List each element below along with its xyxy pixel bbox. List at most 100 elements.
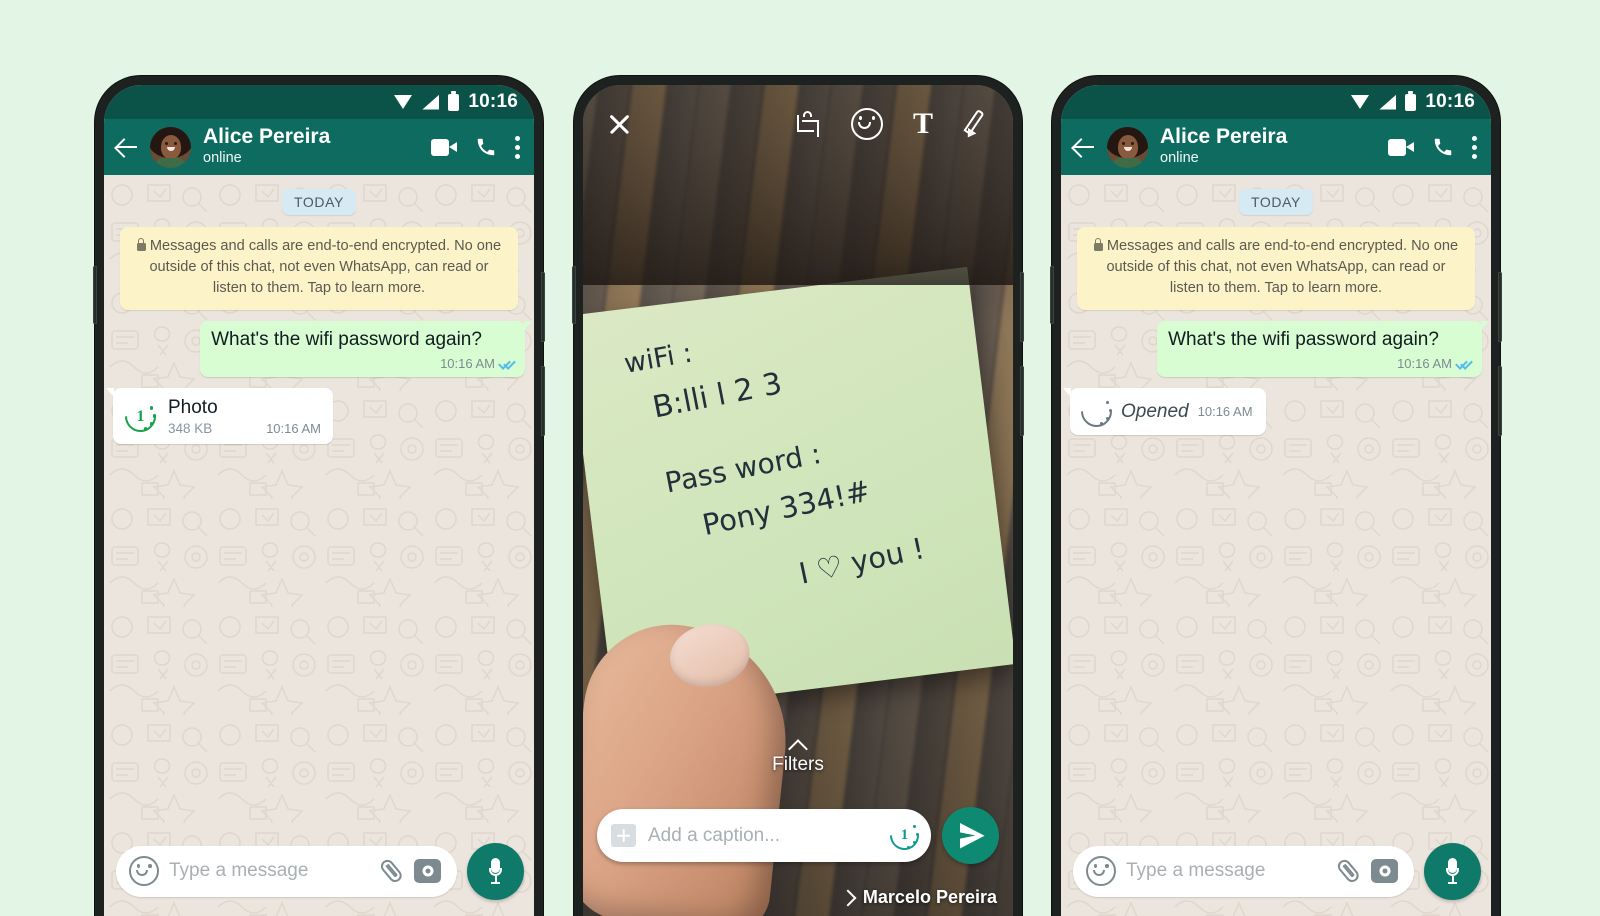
battery-icon — [448, 90, 460, 111]
add-photo-icon[interactable] — [611, 824, 636, 847]
caption-input[interactable]: Add a caption... — [648, 825, 878, 847]
photo-editor: wiFi : B:lli l 2 3 Pass word : Pony 334!… — [583, 85, 1013, 916]
filters-control[interactable]: Filters — [583, 739, 1013, 776]
contact-name: Alice Pereira — [1160, 124, 1288, 148]
wifi-icon — [394, 95, 413, 109]
pencil-draw-icon[interactable] — [963, 108, 991, 141]
avatar[interactable] — [150, 126, 191, 168]
microphone-button[interactable] — [1424, 842, 1481, 900]
phone-center: wiFi : B:lli l 2 3 Pass word : Pony 334!… — [572, 76, 1024, 916]
message-time: 10:16 AM — [440, 356, 495, 372]
contact-presence: online — [1160, 149, 1199, 166]
contact-info[interactable]: Alice Pereira online — [203, 125, 421, 168]
power-button[interactable] — [93, 266, 97, 324]
message-composer: Type a message — [1061, 838, 1491, 916]
smiley-icon[interactable] — [1086, 856, 1116, 886]
day-divider: TODAY — [282, 189, 356, 215]
view-once-opened-icon — [1074, 389, 1119, 434]
view-once-toggle-icon[interactable]: 1 — [883, 814, 926, 857]
message-row-outgoing: What's the wifi password again? 10:16 AM — [1061, 321, 1491, 378]
volume-down-button[interactable] — [1498, 366, 1502, 436]
phone-right-screen: 10:16 Alice Pereira online TODAY Message… — [1061, 85, 1491, 916]
sticker-emoji-icon[interactable] — [850, 108, 883, 140]
crop-rotate-icon[interactable] — [794, 110, 821, 138]
volume-up-button[interactable] — [1498, 272, 1502, 342]
recipient-name: Marcelo Pereira — [862, 887, 997, 907]
view-once-photo-bubble[interactable]: 1 Photo 348 KB 10:16 AM — [106, 388, 333, 444]
caption-bar: Add a caption... 1 — [583, 807, 1013, 864]
view-once-opened-label: Opened — [1121, 400, 1189, 422]
avatar[interactable] — [1107, 126, 1148, 168]
contact-presence: online — [203, 149, 242, 166]
power-button[interactable] — [1050, 266, 1054, 324]
encryption-notice[interactable]: Messages and calls are end-to-end encryp… — [1077, 227, 1475, 311]
message-row-incoming: Opened 10:16 AM — [1061, 388, 1491, 436]
voice-call-icon[interactable] — [1432, 136, 1454, 158]
message-input[interactable]: Type a message — [169, 860, 370, 882]
wifi-icon — [1351, 95, 1370, 109]
status-bar: 10:16 — [1061, 85, 1491, 119]
send-button[interactable] — [942, 807, 999, 864]
view-once-opened-time: 10:16 AM — [1197, 404, 1253, 420]
volume-up-button[interactable] — [1020, 272, 1024, 342]
message-text: What's the wifi password again? — [211, 329, 482, 351]
battery-icon — [1405, 90, 1417, 111]
message-meta: 10:16 AM — [440, 356, 516, 371]
smiley-icon[interactable] — [129, 856, 159, 886]
lock-icon — [136, 238, 146, 251]
phone-left: 10:16 Alice Pereira online TODAY Message… — [93, 76, 545, 916]
overflow-menu-icon[interactable] — [1472, 135, 1477, 159]
chat-header: Alice Pereira online — [104, 119, 534, 175]
camera-icon[interactable] — [1371, 859, 1398, 883]
encryption-notice-text: Messages and calls are end-to-end encryp… — [1106, 238, 1459, 297]
camera-icon[interactable] — [414, 859, 441, 883]
voice-call-icon[interactable] — [475, 136, 497, 158]
header-actions — [1388, 135, 1479, 159]
read-receipt-icon — [1455, 357, 1473, 370]
microphone-icon — [1446, 858, 1459, 884]
signal-icon — [422, 94, 440, 110]
message-input[interactable]: Type a message — [1126, 860, 1327, 882]
composer-pill: Type a message — [1073, 845, 1414, 897]
power-button[interactable] — [572, 266, 576, 324]
volume-up-button[interactable] — [541, 272, 545, 342]
message-bubble-outgoing[interactable]: What's the wifi password again? 10:16 AM — [200, 321, 532, 378]
chevron-right-icon — [842, 890, 854, 906]
status-bar: 10:16 — [104, 85, 534, 119]
phone-left-screen: 10:16 Alice Pereira online TODAY Message… — [104, 85, 534, 916]
volume-down-button[interactable] — [541, 366, 545, 436]
view-once-opened-bubble[interactable]: Opened 10:16 AM — [1063, 388, 1266, 436]
paperclip-icon[interactable] — [1331, 853, 1366, 888]
message-row-incoming: 1 Photo 348 KB 10:16 AM — [104, 388, 534, 444]
screenshot-stage: 10:16 Alice Pereira online TODAY Message… — [0, 0, 1600, 916]
message-meta: 10:16 AM — [1397, 356, 1473, 371]
note-line-1: wiFi : — [621, 337, 695, 380]
message-composer: Type a message — [104, 838, 534, 916]
composer-pill: Type a message — [116, 845, 457, 897]
view-once-icon: 1 — [118, 395, 163, 439]
editor-toolbar: T — [583, 101, 1013, 147]
phone-right: 10:16 Alice Pereira online TODAY Message… — [1050, 76, 1502, 916]
volume-down-button[interactable] — [1020, 366, 1024, 436]
close-icon[interactable] — [605, 110, 633, 138]
message-bubble-outgoing[interactable]: What's the wifi password again? 10:16 AM — [1157, 321, 1489, 378]
video-call-icon[interactable] — [1388, 138, 1414, 156]
chevron-up-icon — [788, 739, 808, 750]
overflow-menu-icon[interactable] — [515, 135, 520, 159]
back-arrow-icon[interactable] — [1071, 134, 1097, 160]
chat-header: Alice Pereira online — [1061, 119, 1491, 175]
text-tool-icon[interactable]: T — [913, 109, 933, 139]
contact-info[interactable]: Alice Pereira online — [1160, 124, 1378, 168]
note-line-5: I ♡ you ! — [796, 531, 928, 591]
message-text: What's the wifi password again? — [1168, 329, 1439, 351]
back-arrow-icon[interactable] — [114, 134, 140, 160]
microphone-button[interactable] — [467, 842, 524, 900]
paperclip-icon[interactable] — [374, 853, 409, 888]
status-time: 10:16 — [1425, 91, 1475, 112]
header-actions — [431, 135, 522, 159]
video-call-icon[interactable] — [431, 138, 457, 156]
encryption-notice[interactable]: Messages and calls are end-to-end encryp… — [120, 227, 518, 311]
view-once-photo-size: 348 KB — [168, 420, 213, 436]
signal-icon — [1379, 94, 1397, 110]
recipient-chip[interactable]: Marcelo Pereira — [842, 887, 997, 908]
